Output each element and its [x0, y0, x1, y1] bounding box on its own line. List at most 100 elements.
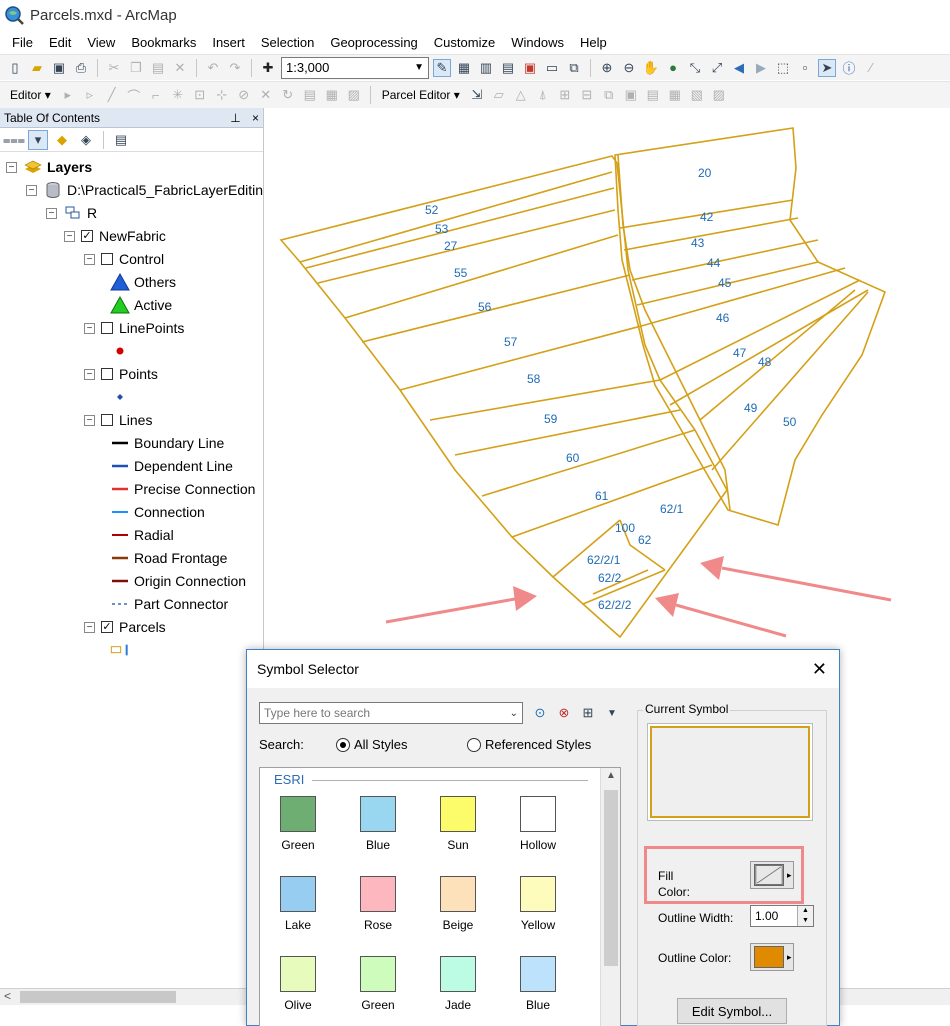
- delete-icon[interactable]: ✕: [171, 59, 189, 77]
- search-icon[interactable]: ⊙: [531, 704, 549, 722]
- fixed-zoom-in-icon[interactable]: ⤡: [686, 59, 704, 77]
- arctoolbox-icon[interactable]: ▣: [521, 59, 539, 77]
- menu-insert[interactable]: Insert: [204, 35, 253, 50]
- table-icon[interactable]: ▦: [455, 59, 473, 77]
- symbol-swatch[interactable]: Green: [346, 956, 410, 1012]
- select-parcel-icon[interactable]: ⇲: [468, 86, 486, 104]
- pan-hand-icon[interactable]: ✋: [642, 59, 660, 77]
- clear-selection-icon[interactable]: ▫: [796, 59, 814, 77]
- menu-selection[interactable]: Selection: [253, 35, 322, 50]
- tree-item-dataset[interactable]: − R: [46, 202, 97, 224]
- collapse-icon[interactable]: −: [84, 253, 95, 265]
- edit-vertices-icon[interactable]: ⊡: [191, 86, 209, 104]
- editor-toolbar-icon[interactable]: ✎: [433, 58, 451, 77]
- close-icon[interactable]: ×: [252, 111, 259, 125]
- open-folder-icon[interactable]: ▰: [28, 59, 46, 77]
- tree-item-parcels[interactable]: − ✓ Parcels: [84, 616, 166, 638]
- print-icon[interactable]: ⎙: [72, 59, 90, 77]
- toc-options-icon[interactable]: ▤: [111, 130, 131, 150]
- symbol-swatch[interactable]: Yellow: [506, 876, 570, 932]
- visibility-checkbox[interactable]: ✓: [81, 230, 93, 242]
- symbol-swatch[interactable]: Lake: [266, 876, 330, 932]
- menu-geoprocessing[interactable]: Geoprocessing: [322, 35, 425, 50]
- parcel-fan-left[interactable]: [279, 155, 728, 639]
- view-options-icon[interactable]: ⊞: [579, 704, 597, 722]
- scrollbar-thumb[interactable]: [20, 991, 176, 1003]
- catalog-icon[interactable]: ▥: [477, 59, 495, 77]
- gallery-scrollbar[interactable]: ▲: [600, 768, 620, 1026]
- python-window-icon[interactable]: ▭: [543, 59, 561, 77]
- collapse-icon[interactable]: −: [26, 184, 37, 196]
- tree-item-lines[interactable]: − Lines: [84, 409, 152, 431]
- symbol-swatch[interactable]: Blue: [346, 796, 410, 852]
- search-window-icon[interactable]: ▤: [499, 59, 517, 77]
- symbol-search-input[interactable]: Type here to search ⌄: [259, 702, 523, 724]
- collapse-icon[interactable]: −: [64, 230, 75, 242]
- symbol-swatch[interactable]: Rose: [346, 876, 410, 932]
- parcel-editor-menu-button[interactable]: Parcel Editor ▾: [378, 88, 464, 102]
- tree-item-newfabric[interactable]: − ✓ NewFabric: [64, 225, 166, 247]
- undo-icon[interactable]: ↶: [204, 59, 222, 77]
- clear-search-icon[interactable]: ⊗: [555, 704, 573, 722]
- reshape-icon[interactable]: ⊹: [213, 86, 231, 104]
- scrollbar-thumb[interactable]: [604, 790, 618, 966]
- chevron-down-icon[interactable]: ▼: [603, 704, 621, 722]
- join-icon[interactable]: △: [512, 86, 530, 104]
- full-extent-globe-icon[interactable]: ●: [664, 59, 682, 77]
- select-elements-arrow-icon[interactable]: ➤: [818, 58, 836, 77]
- parcel-lines-icon[interactable]: ▱: [490, 86, 508, 104]
- menu-file[interactable]: File: [4, 35, 41, 50]
- close-icon[interactable]: ✕: [812, 659, 827, 680]
- zoom-in-icon[interactable]: ⊕: [598, 59, 616, 77]
- symbol-swatch[interactable]: Hollow: [506, 796, 570, 852]
- tree-item-layers[interactable]: − Layers: [6, 156, 92, 178]
- merge-icon[interactable]: ⊟: [578, 86, 596, 104]
- fill-color-button[interactable]: ▸: [750, 861, 794, 889]
- split-icon[interactable]: ✕: [257, 86, 275, 104]
- parcel-polygon-symbol-icon[interactable]: [110, 641, 130, 659]
- menu-view[interactable]: View: [79, 35, 123, 50]
- tree-item-control[interactable]: − Control: [84, 248, 164, 270]
- pin-icon[interactable]: ⊥: [230, 111, 240, 125]
- end-point-arc-icon[interactable]: ⌒: [125, 86, 143, 104]
- symbol-swatch[interactable]: Beige: [426, 876, 490, 932]
- visibility-checkbox[interactable]: [101, 322, 113, 334]
- list-by-selection-icon[interactable]: ◈: [76, 130, 96, 150]
- straight-segment-icon[interactable]: ╱: [103, 86, 121, 104]
- cut-polygons-icon[interactable]: ⊘: [235, 86, 253, 104]
- forward-arrow-icon[interactable]: ▶: [752, 59, 770, 77]
- scroll-up-icon[interactable]: ▲: [606, 770, 616, 781]
- collapse-icon[interactable]: −: [84, 414, 95, 426]
- tree-item-points[interactable]: − Points: [84, 363, 158, 385]
- attributes-icon[interactable]: ▤: [301, 86, 319, 104]
- new-document-icon[interactable]: ▯: [6, 59, 24, 77]
- chevron-down-icon[interactable]: ⌄: [510, 708, 518, 719]
- tree-item-linepoints[interactable]: − LinePoints: [84, 317, 184, 339]
- menu-edit[interactable]: Edit: [41, 35, 79, 50]
- menu-bookmarks[interactable]: Bookmarks: [123, 35, 204, 50]
- rotate-icon[interactable]: ↻: [279, 86, 297, 104]
- list-by-source-icon[interactable]: ▾: [28, 129, 48, 150]
- point-icon[interactable]: ✳: [169, 86, 187, 104]
- scroll-left-icon[interactable]: <: [4, 989, 11, 1003]
- zoom-out-icon[interactable]: ⊖: [620, 59, 638, 77]
- visibility-checkbox[interactable]: [101, 253, 113, 265]
- outline-color-button[interactable]: ▸: [750, 943, 794, 971]
- symbol-swatch[interactable]: Olive: [266, 956, 330, 1012]
- radio-button[interactable]: [467, 737, 481, 752]
- radio-referenced-styles[interactable]: Referenced Styles: [467, 737, 591, 752]
- symbol-swatch[interactable]: Blue: [506, 956, 570, 1012]
- legend-item-parcel-polygon[interactable]: [110, 639, 134, 661]
- radio-button[interactable]: [336, 737, 350, 752]
- edit-symbol-button[interactable]: Edit Symbol...: [677, 998, 787, 1024]
- radio-all-styles[interactable]: All Styles: [336, 737, 407, 752]
- html-popup-icon[interactable]: ⁄: [862, 59, 880, 77]
- create-features-icon[interactable]: ▨: [345, 86, 363, 104]
- redo-icon[interactable]: ↷: [226, 59, 244, 77]
- edit-tool-icon[interactable]: ▸: [59, 86, 77, 104]
- trace-icon[interactable]: ⌐: [147, 86, 165, 104]
- menu-windows[interactable]: Windows: [503, 35, 572, 50]
- list-by-visibility-icon[interactable]: ◆: [52, 130, 72, 150]
- list-by-drawing-order-icon[interactable]: ⩶: [3, 130, 25, 150]
- fixed-zoom-out-icon[interactable]: ⤢: [708, 59, 726, 77]
